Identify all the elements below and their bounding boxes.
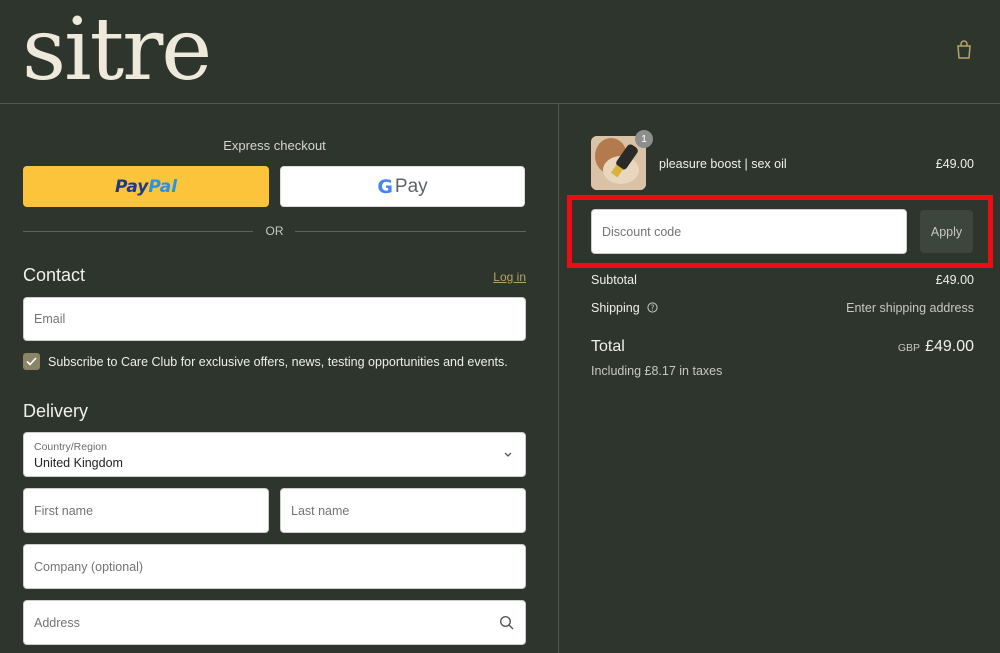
- email-field[interactable]: Email: [23, 297, 526, 341]
- paypal-button[interactable]: PayPal: [23, 166, 269, 207]
- subscribe-label: Subscribe to Care Club for exclusive off…: [48, 355, 508, 369]
- column-divider: [558, 104, 559, 653]
- or-separator: OR: [23, 223, 526, 239]
- subtotal-value: £49.00: [935, 273, 974, 287]
- gpay-label: Pay: [394, 175, 428, 197]
- paypal-logo: PayPal: [114, 176, 178, 197]
- search-icon: [499, 615, 514, 630]
- chevron-down-icon: [504, 452, 512, 457]
- country-select[interactable]: Country/Region United Kingdom: [23, 432, 526, 477]
- check-icon: [26, 357, 37, 366]
- discount-highlight-box: [567, 195, 993, 268]
- subscribe-checkbox[interactable]: [23, 353, 40, 370]
- quantity-badge: 1: [635, 130, 653, 148]
- svg-text:?: ?: [651, 303, 655, 312]
- help-icon: ?: [647, 302, 658, 313]
- page-header: sitre: [0, 0, 1000, 104]
- google-pay-button[interactable]: G Pay: [280, 166, 525, 207]
- subtotal-label: Subtotal: [591, 273, 637, 287]
- shipping-value: Enter shipping address: [846, 301, 974, 315]
- last-name-field[interactable]: Last name: [280, 488, 526, 533]
- login-link[interactable]: Log in: [493, 270, 526, 284]
- address-field[interactable]: Address: [23, 600, 526, 645]
- total-value: GBP £49.00: [897, 338, 974, 355]
- sitre-logo[interactable]: sitre: [22, 0, 212, 100]
- delivery-title: Delivery: [23, 401, 89, 421]
- shipping-label: Shipping ?: [591, 301, 658, 315]
- google-g-icon: G: [377, 175, 393, 198]
- currency-code: GBP: [897, 342, 921, 354]
- product-name: pleasure boost | sex oil: [659, 157, 787, 171]
- first-name-field[interactable]: First name: [23, 488, 269, 533]
- company-field[interactable]: Company (optional): [23, 544, 526, 589]
- express-checkout-label: Express checkout: [223, 138, 326, 153]
- shopping-bag-icon[interactable]: [955, 40, 973, 60]
- contact-title: Contact: [23, 265, 86, 285]
- product-price: £49.00: [935, 157, 974, 171]
- total-label: Total: [591, 338, 625, 355]
- taxes-note: Including £8.17 in taxes: [591, 364, 723, 378]
